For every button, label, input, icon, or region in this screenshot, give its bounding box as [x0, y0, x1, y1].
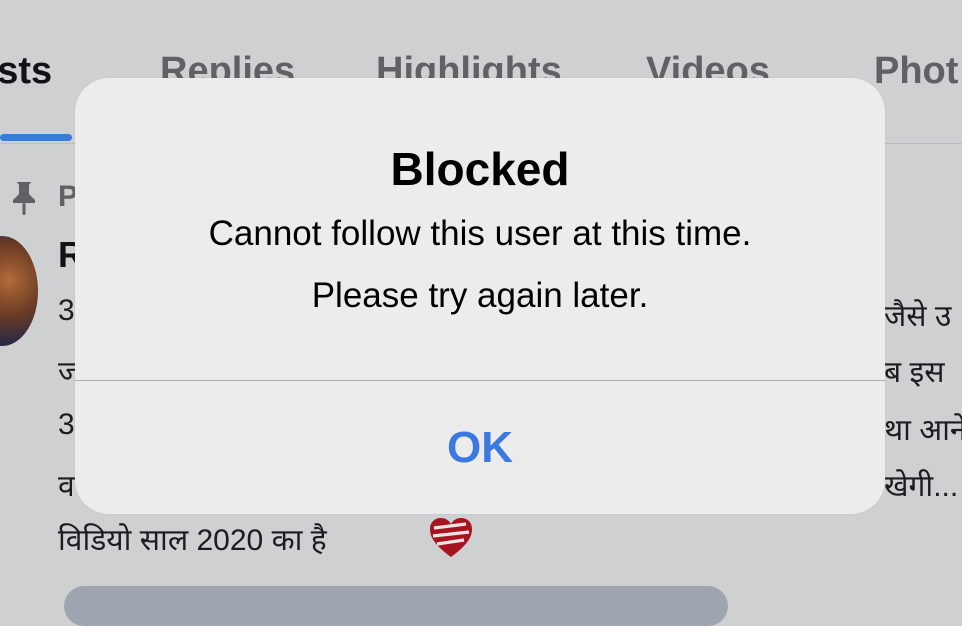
post-text-line-2-right: ब इस — [884, 356, 945, 389]
dialog-title: Blocked — [390, 143, 570, 195]
ok-button[interactable]: OK — [75, 381, 885, 514]
post-text-line-4-left: व — [58, 470, 75, 503]
tab-posts[interactable]: osts — [0, 50, 52, 93]
media-preview[interactable] — [64, 586, 728, 626]
post-text-last-line: विडियो साल 2020 का है — [58, 524, 327, 557]
post-text-line-3-left: 3 — [58, 408, 75, 441]
post-text-line-1-left: 3 — [58, 294, 75, 327]
active-tab-indicator — [0, 134, 72, 141]
tab-posts-label: osts — [0, 50, 53, 92]
dialog-message-line-1: Cannot follow this user at this time. — [208, 214, 752, 253]
post-text-line-3-right: था आने — [884, 414, 962, 447]
post-text-line-1-right: जैसे उ — [884, 300, 952, 333]
pin-icon — [13, 182, 35, 215]
blocked-alert-dialog: Blocked Cannot follow this user at this … — [75, 78, 885, 514]
ok-button-label: OK — [447, 422, 513, 472]
tab-photos[interactable]: Phot — [874, 50, 958, 93]
tab-photos-label: Phot — [874, 50, 959, 92]
avatar[interactable] — [0, 236, 38, 346]
post-text-line-4-right: खेगी... — [884, 470, 959, 503]
dialog-message-line-2: Please try again later. — [311, 276, 649, 315]
heart-emoji-icon — [430, 518, 472, 557]
